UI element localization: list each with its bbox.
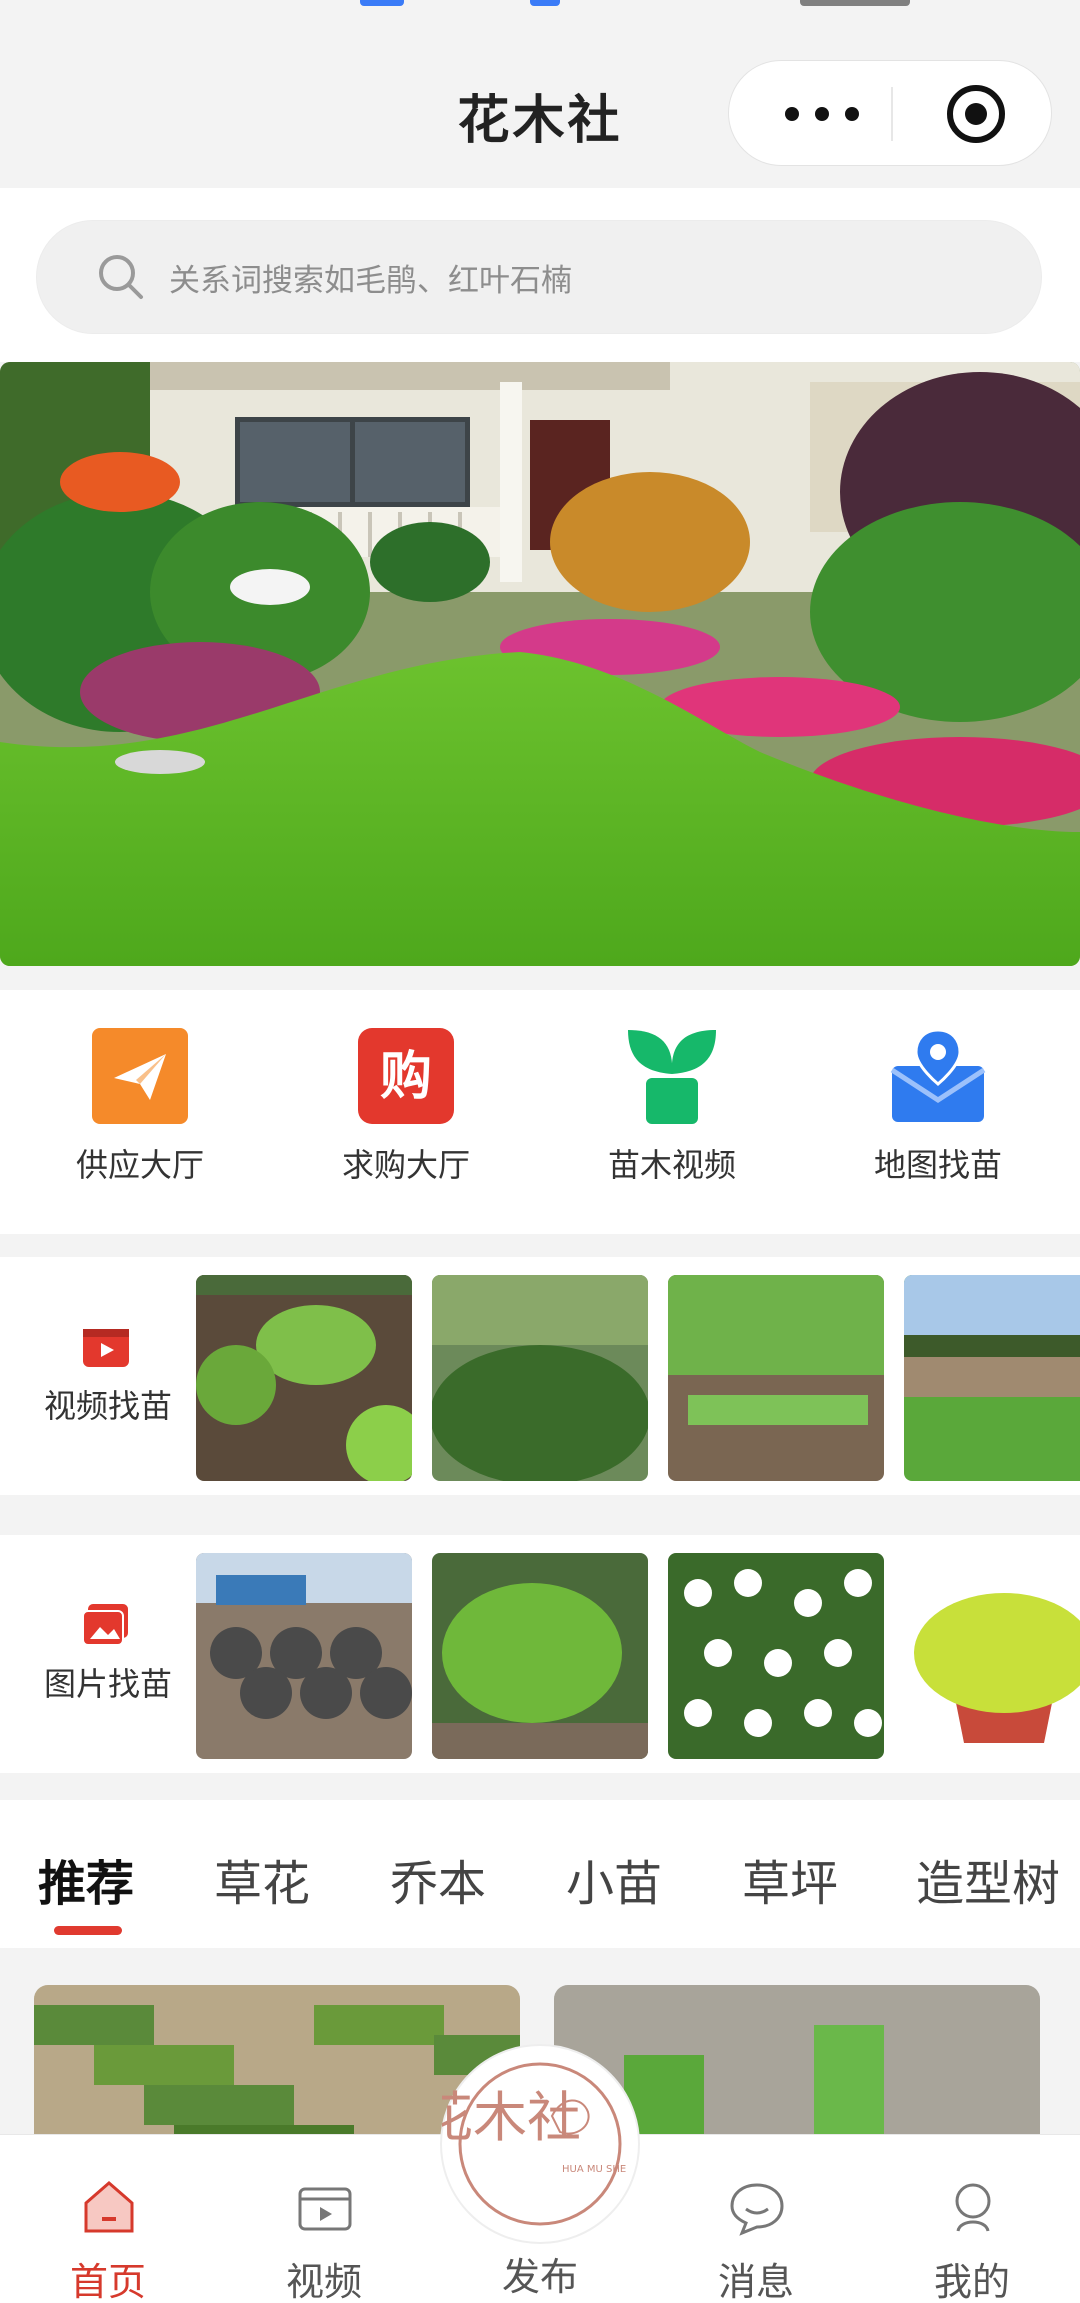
nav-video-label: 视频 <box>285 2260 362 2303</box>
search-placeholder: 关系词搜索如毛鹃、红叶石楠 <box>169 263 572 299</box>
tab-seedling[interactable]: 小苗 <box>566 1844 662 1914</box>
video-clapper-icon <box>298 2187 352 2231</box>
video-thumbnail[interactable] <box>432 1275 648 1481</box>
image-find-row: 图片找苗 <box>0 1535 1080 1773</box>
active-tab-indicator <box>54 1926 122 1935</box>
buy-icon: 购 <box>358 1028 454 1124</box>
buy-glyph: 购 <box>380 1047 432 1107</box>
user-icon <box>955 2183 991 2232</box>
quick-item-map-find[interactable]: 地图找苗 <box>838 1026 1038 1206</box>
video-find-label: 视频找苗 <box>43 1387 172 1425</box>
video-thumbnail[interactable] <box>196 1275 412 1481</box>
image-find-label: 图片找苗 <box>43 1665 172 1703</box>
video-find-entry[interactable]: 视频找苗 <box>0 1257 196 1495</box>
map-pin-icon <box>890 1028 986 1122</box>
tab-grass-flower[interactable]: 草花 <box>214 1844 310 1914</box>
category-tabs: 推荐 草花 乔本 小苗 草坪 造型树 <box>0 1800 1080 1948</box>
tab-shaped-tree[interactable]: 造型树 <box>916 1844 1060 1914</box>
banner-image[interactable] <box>0 362 1080 966</box>
quick-item-label: 苗木视频 <box>607 1146 736 1184</box>
capsule-divider <box>891 87 893 141</box>
status-bar-remnant <box>340 0 1060 14</box>
image-thumbnail[interactable] <box>904 1553 1080 1759</box>
chat-bubble-icon <box>730 2183 784 2236</box>
quick-item-purchase[interactable]: 购 求购大厅 <box>306 1026 506 1206</box>
video-thumbnail[interactable] <box>668 1275 884 1481</box>
more-dots-icon[interactable] <box>781 99 867 129</box>
nav-mine-label: 我的 <box>933 2260 1010 2303</box>
quick-menu: 供应大厅 购 求购大厅 苗木视频 地图找苗 <box>0 990 1080 1234</box>
nav-home[interactable]: 首页 <box>28 2149 188 2303</box>
video-icon <box>83 1329 129 1367</box>
nav-home-label: 首页 <box>69 2260 146 2303</box>
video-find-row: 视频找苗 <box>0 1257 1080 1495</box>
quick-item-label: 地图找苗 <box>873 1146 1002 1184</box>
nav-publish-label: 发布 <box>501 2255 578 2299</box>
paper-plane-icon <box>92 1028 188 1124</box>
quick-item-supply[interactable]: 供应大厅 <box>40 1026 240 1206</box>
sprout-icon <box>628 1030 716 1124</box>
image-thumbnail[interactable] <box>432 1553 648 1759</box>
search-icon <box>99 255 143 299</box>
nav-messages-label: 消息 <box>717 2260 794 2303</box>
tab-lawn[interactable]: 草坪 <box>742 1844 838 1914</box>
app-page: 花木社 关系词搜索如毛鹃、红叶石楠 供应大厅 购 求购大厅 苗木视频 地图找苗 … <box>0 0 1080 2303</box>
image-thumbnail[interactable] <box>196 1553 412 1759</box>
publish-logo-sub: HUA MU SHE <box>562 2164 626 2175</box>
home-icon <box>84 2181 134 2233</box>
publish-button[interactable]: 花木社 HUA MU SHE <box>419 2044 640 2244</box>
tab-recommend[interactable]: 推荐 <box>38 1844 134 1914</box>
image-find-entry[interactable]: 图片找苗 <box>0 1535 196 1773</box>
target-close-icon[interactable] <box>945 83 1007 145</box>
nav-mine[interactable]: 我的 <box>892 2149 1052 2303</box>
mini-program-capsule <box>728 60 1052 166</box>
search-input[interactable]: 关系词搜索如毛鹃、红叶石楠 <box>36 220 1042 334</box>
publish-logo: 花木社 HUA MU SHE <box>419 2062 626 2226</box>
image-icon <box>82 1604 128 1646</box>
publish-logo-text: 花木社 <box>442 2086 581 2149</box>
quick-item-label: 供应大厅 <box>75 1146 204 1184</box>
nav-messages[interactable]: 消息 <box>676 2149 836 2303</box>
top-nav-bar: 花木社 <box>0 0 1080 185</box>
tab-tree[interactable]: 乔本 <box>390 1844 486 1914</box>
video-thumbnail[interactable] <box>904 1275 1080 1481</box>
quick-item-nursery-video[interactable]: 苗木视频 <box>572 1026 772 1206</box>
nav-video[interactable]: 视频 <box>244 2149 404 2303</box>
image-thumbnail[interactable] <box>668 1553 884 1759</box>
quick-item-label: 求购大厅 <box>341 1146 470 1184</box>
